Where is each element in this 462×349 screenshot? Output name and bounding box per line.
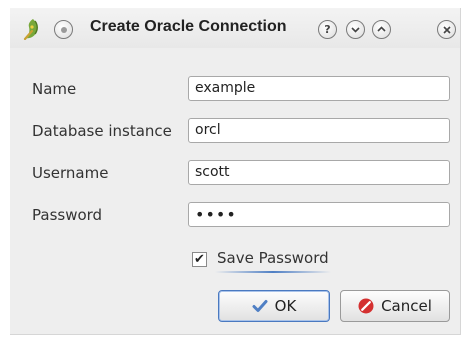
database-instance-label: Database instance bbox=[32, 122, 172, 140]
minimize-button[interactable] bbox=[346, 20, 365, 39]
title-bar[interactable]: Create Oracle Connection ? bbox=[10, 8, 460, 48]
database-instance-input[interactable]: orcl bbox=[188, 118, 450, 143]
username-input[interactable]: scott bbox=[188, 160, 450, 185]
save-password-checkbox[interactable]: ✔ bbox=[192, 252, 207, 267]
cancel-icon bbox=[358, 298, 374, 314]
username-label: Username bbox=[32, 164, 109, 182]
window-menu-icon bbox=[60, 26, 67, 33]
help-icon: ? bbox=[324, 23, 331, 36]
maximize-button[interactable] bbox=[372, 20, 391, 39]
password-input[interactable]: •••• bbox=[188, 202, 450, 227]
password-label: Password bbox=[32, 206, 103, 224]
close-icon bbox=[442, 25, 451, 34]
name-label: Name bbox=[32, 80, 77, 98]
close-button[interactable] bbox=[437, 20, 456, 39]
chevron-down-icon bbox=[351, 27, 360, 33]
checkmark-icon bbox=[252, 300, 268, 312]
window-menu-button[interactable] bbox=[54, 20, 73, 39]
qgis-logo-icon bbox=[23, 19, 38, 40]
cancel-button[interactable]: Cancel bbox=[340, 290, 450, 322]
cancel-label: Cancel bbox=[381, 297, 432, 315]
ok-label: OK bbox=[274, 297, 297, 315]
chevron-up-icon bbox=[377, 26, 386, 32]
save-password-label[interactable]: Save Password bbox=[217, 249, 329, 267]
name-input[interactable]: example bbox=[188, 76, 450, 101]
help-button[interactable]: ? bbox=[318, 20, 337, 39]
focus-indicator bbox=[215, 271, 331, 273]
ok-button[interactable]: OK bbox=[218, 290, 330, 322]
create-oracle-connection-dialog: Create Oracle Connection ? Name example … bbox=[10, 8, 461, 335]
window-title: Create Oracle Connection bbox=[90, 18, 287, 35]
checkmark-icon: ✔ bbox=[194, 252, 205, 267]
